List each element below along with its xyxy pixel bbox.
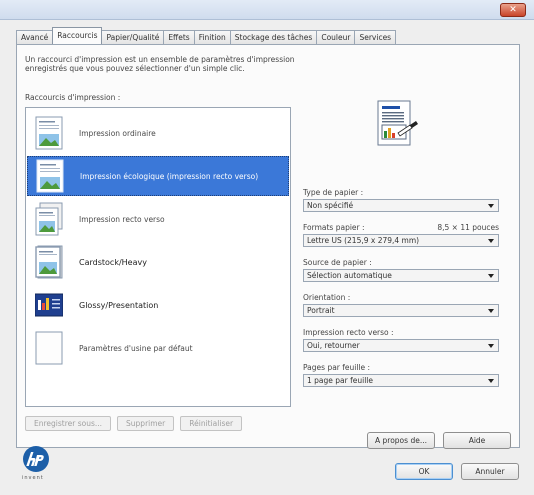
tab-strip: Avancé Raccourcis Papier/Qualité Effets … [16, 27, 397, 44]
paper-size-value: Lettre US (215,9 x 279,4 mm) [307, 236, 420, 245]
list-item-factory-defaults[interactable]: Paramètres d'usine par défaut [27, 328, 289, 368]
document-preview-icon [377, 100, 418, 146]
help-button[interactable]: Aide [443, 432, 511, 449]
duplex-field: Impression recto verso : Oui, retourner [303, 328, 515, 352]
shortcuts-panel: Un raccourci d'impression est un ensembl… [16, 44, 520, 448]
pages-per-sheet-field: Pages par feuille : 1 page par feuille [303, 363, 515, 387]
duplex-page-icon [35, 202, 63, 236]
paper-source-field: Source de papier : Sélection automatique [303, 258, 515, 282]
hp-tagline: invent [22, 475, 44, 481]
tab-advanced[interactable]: Avancé [16, 30, 54, 44]
list-item-duplex-printing[interactable]: Impression recto verso [27, 199, 289, 239]
presentation-slide-icon [35, 293, 63, 317]
orientation-label: Orientation : [303, 293, 351, 302]
tab-job-storage[interactable]: Stockage des tâches [229, 30, 318, 44]
shortcuts-description: Un raccourci d'impression est un ensembl… [25, 55, 295, 73]
paper-type-select[interactable]: Non spécifié [303, 199, 499, 212]
shortcut-label: Glossy/Presentation [79, 300, 159, 310]
shortcuts-list[interactable]: Impression ordinaire Impression écologiq… [25, 107, 291, 407]
delete-button[interactable]: Supprimer [117, 416, 175, 431]
chevron-down-icon [488, 204, 494, 208]
duplex-label: Impression recto verso : [303, 328, 394, 337]
ok-button[interactable]: OK [395, 463, 453, 480]
title-bar: ✕ [0, 0, 534, 20]
shortcuts-list-label: Raccourcis d'impression : [25, 93, 121, 102]
list-item-glossy-presentation[interactable]: Glossy/Presentation [27, 285, 289, 325]
paper-source-select[interactable]: Sélection automatique [303, 269, 499, 282]
chevron-down-icon [488, 274, 494, 278]
chevron-down-icon [488, 239, 494, 243]
paper-type-value: Non spécifié [307, 201, 354, 210]
tab-finishing[interactable]: Finition [193, 30, 231, 44]
pages-per-sheet-select[interactable]: 1 page par feuille [303, 374, 499, 387]
duplex-value: Oui, retourner [307, 341, 360, 350]
orientation-field: Orientation : Portrait [303, 293, 515, 317]
reset-button[interactable]: Réinitialiser [180, 416, 243, 431]
orientation-value: Portrait [307, 306, 335, 315]
shortcut-label: Impression ordinaire [79, 128, 156, 138]
list-item-cardstock[interactable]: Cardstock/Heavy [27, 242, 289, 282]
chevron-down-icon [488, 309, 494, 313]
chevron-down-icon [488, 344, 494, 348]
paper-source-label: Source de papier : [303, 258, 372, 267]
paper-size-select[interactable]: Lettre US (215,9 x 279,4 mm) [303, 234, 499, 247]
paper-type-field: Type de papier : Non spécifié [303, 188, 515, 212]
shortcut-label: Cardstock/Heavy [79, 257, 147, 267]
pages-per-sheet-label: Pages par feuille : [303, 363, 371, 372]
duplex-select[interactable]: Oui, retourner [303, 339, 499, 352]
shortcut-label: Impression recto verso [79, 214, 165, 224]
close-button[interactable]: ✕ [500, 3, 526, 17]
about-button[interactable]: A propos de... [367, 432, 435, 449]
shortcut-actions: Enregistrer sous... Supprimer Réinitiali… [25, 416, 248, 431]
tab-services[interactable]: Services [354, 30, 397, 44]
paper-source-value: Sélection automatique [307, 271, 392, 280]
page-landscape-icon [35, 116, 63, 150]
paper-size-dimensions: 8,5 × 11 pouces [437, 223, 499, 232]
list-item-plain-printing[interactable]: Impression ordinaire [27, 113, 289, 153]
cardstock-page-icon [35, 245, 63, 279]
orientation-select[interactable]: Portrait [303, 304, 499, 317]
paper-size-field: Formats papier : 8,5 × 11 pouces Lettre … [303, 223, 515, 247]
hp-logo-icon [23, 446, 49, 472]
blank-page-icon [35, 331, 63, 365]
list-item-eco-printing[interactable]: Impression écologique (impression recto … [27, 156, 289, 196]
paper-size-label: Formats papier : [303, 223, 365, 232]
tab-color[interactable]: Couleur [316, 30, 356, 44]
page-landscape-icon [36, 159, 64, 193]
shortcut-label: Paramètres d'usine par défaut [79, 343, 193, 353]
print-properties-dialog: Avancé Raccourcis Papier/Qualité Effets … [0, 20, 534, 495]
chevron-down-icon [488, 379, 494, 383]
paper-type-label: Type de papier : [303, 188, 364, 197]
pages-per-sheet-value: 1 page par feuille [307, 376, 373, 385]
tab-effects[interactable]: Effets [163, 30, 195, 44]
tab-shortcuts[interactable]: Raccourcis [52, 27, 103, 44]
save-as-button[interactable]: Enregistrer sous... [25, 416, 112, 431]
cancel-button[interactable]: Annuler [461, 463, 519, 480]
tab-paper-quality[interactable]: Papier/Qualité [101, 30, 165, 44]
shortcut-label: Impression écologique (impression recto … [80, 171, 259, 181]
